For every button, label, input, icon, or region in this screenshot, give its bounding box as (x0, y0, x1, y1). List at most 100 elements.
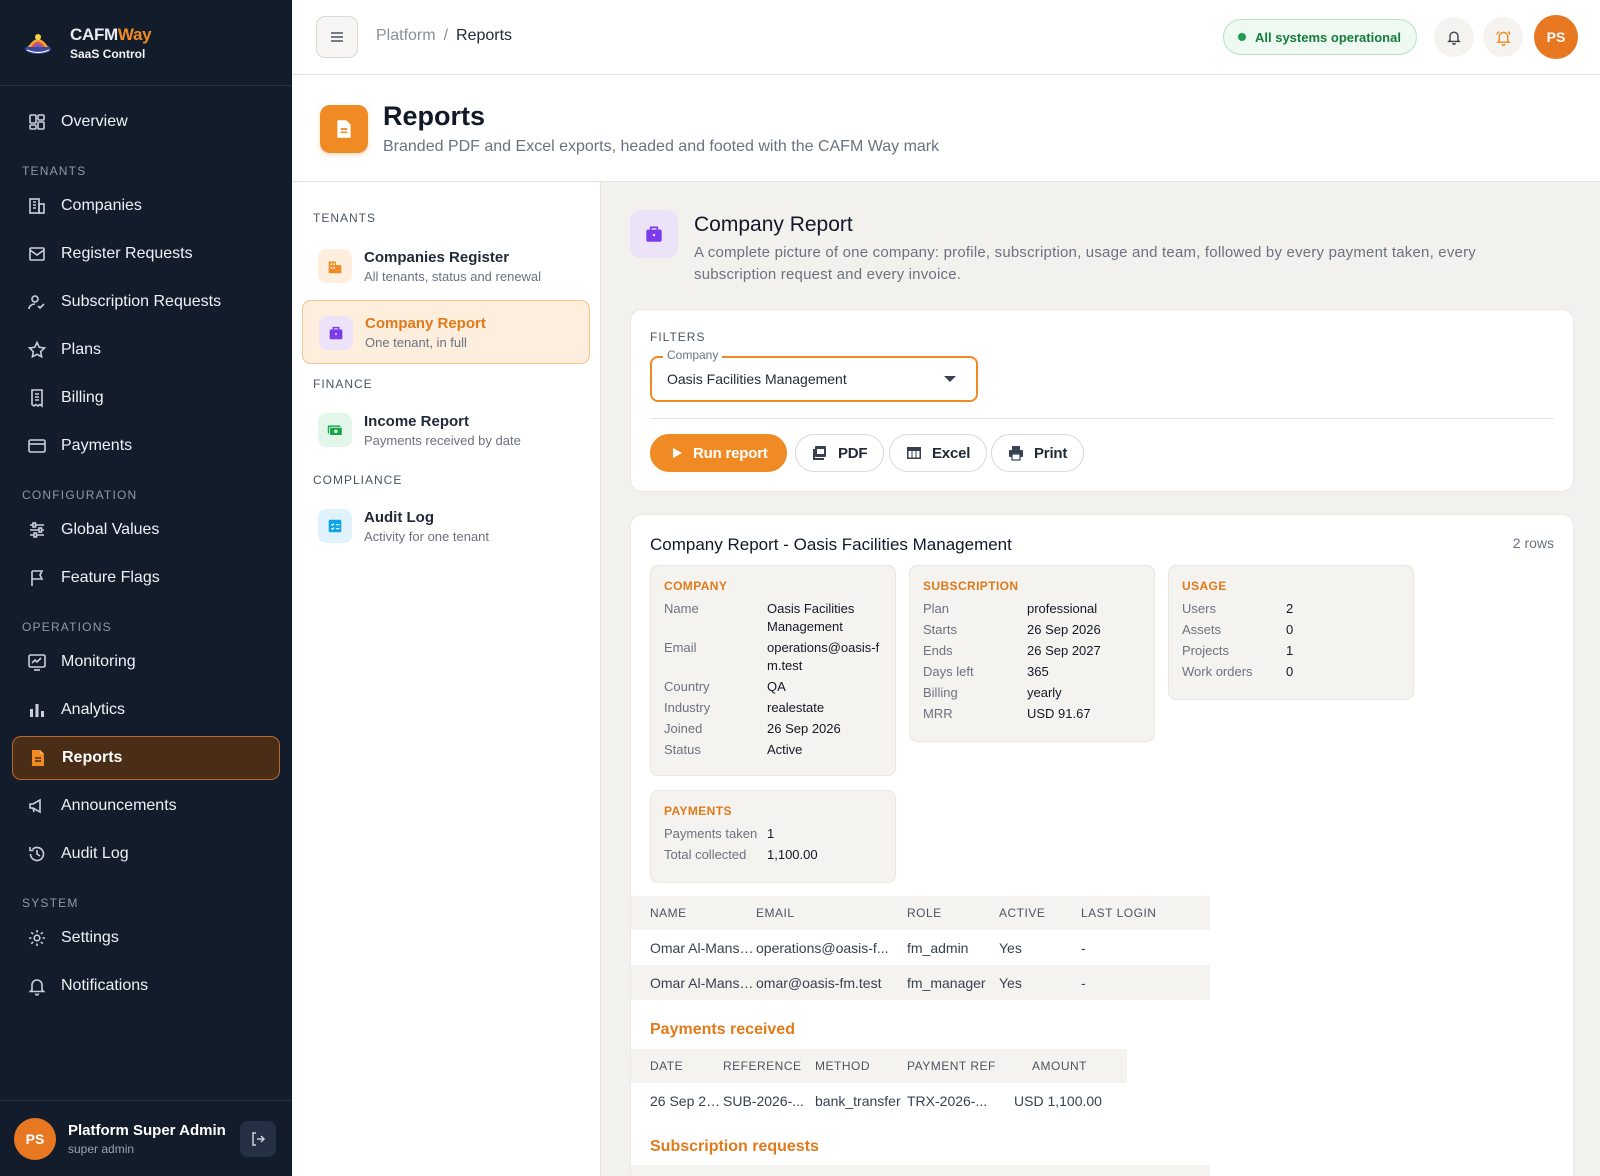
column-header[interactable]: LAST LOGIN (1081, 896, 1210, 930)
column-header[interactable]: PAYMENT REF (907, 1049, 1002, 1083)
sidebar-item-global-values[interactable]: Global Values (12, 508, 280, 552)
company-industry-row: Industry realestate (664, 700, 825, 715)
user-avatar-button[interactable]: PS (1534, 15, 1578, 59)
sidebar-item-audit-log[interactable]: Audit Log (12, 832, 280, 876)
usage-work-orders-row: Work orders 0 (1182, 664, 1294, 679)
company-select[interactable]: Company Oasis Facilities Management (650, 348, 978, 402)
sidebar-item-label: Payments (61, 437, 133, 454)
alerts-button[interactable] (1483, 17, 1523, 57)
report-item-companies-register[interactable]: Companies Register All tenants, status a… (302, 234, 590, 298)
print-button[interactable]: Print (991, 434, 1085, 472)
sidebar-item-register-requests[interactable]: Register Requests (12, 232, 280, 276)
report-list: TENANTS Companies Register All tenants, … (292, 182, 601, 1176)
sidebar-item-monitoring[interactable]: Monitoring (12, 640, 280, 684)
subscription-mrr-row: MRR USD 91.67 (923, 706, 1091, 721)
sidebar-item-label: Register Requests (61, 245, 193, 262)
printer-icon (1009, 446, 1023, 461)
report-item-desc: Payments received by date (364, 432, 521, 448)
column-header[interactable]: ROLE (907, 896, 999, 930)
briefcase-icon (630, 210, 678, 258)
report-item-title: Audit Log (364, 508, 434, 526)
sidebar-item-companies[interactable]: Companies (12, 184, 280, 228)
subscription-plan-row: Plan professional (923, 601, 1098, 616)
payments-taken-row: Payments taken 1 (664, 826, 775, 841)
sidebar-nav: Overview TENANTS Companies Register Requ… (0, 86, 292, 1008)
report-item-title: Income Report (364, 412, 470, 430)
column-header[interactable]: EMAIL (754, 896, 907, 930)
notifications-button[interactable] (1434, 17, 1474, 57)
user-role: super admin (68, 1141, 135, 1156)
divider (650, 418, 1554, 419)
team-table-header: NAME EMAIL ROLE ACTIVE LAST LOGIN (631, 896, 1210, 930)
history-icon (29, 846, 45, 862)
logout-button[interactable] (240, 1121, 276, 1157)
table-icon (907, 447, 921, 459)
table-row[interactable]: 26 Sep 2026 SUB-2026-... bank_transfer T… (631, 1083, 1127, 1118)
report-item-title: Company Report (365, 314, 486, 332)
dashboard-icon (29, 114, 45, 130)
report-description: A complete picture of one company: profi… (694, 244, 1476, 283)
cell-active: Yes (999, 939, 1022, 956)
sidebar-section-tenants: TENANTS (22, 164, 87, 178)
report-section-finance: FINANCE (313, 377, 373, 391)
team-table: NAME EMAIL ROLE ACTIVE LAST LOGIN Omar A… (631, 896, 1210, 1000)
table-row[interactable]: Omar Al-Mansouri operations@oasis-f... f… (631, 930, 1210, 965)
cell-method: bank_transfer (815, 1092, 901, 1109)
flag-icon (31, 570, 44, 586)
sidebar-item-feature-flags[interactable]: Feature Flags (12, 556, 280, 600)
report-item-company-report[interactable]: Company Report One tenant, in full (302, 300, 590, 364)
sidebar-item-announcements[interactable]: Announcements (12, 784, 280, 828)
sidebar-item-overview[interactable]: Overview (12, 100, 280, 144)
column-header[interactable]: ACTIVE (999, 896, 1081, 930)
sidebar-section-operations: OPERATIONS (22, 620, 112, 634)
column-header[interactable]: METHOD (815, 1049, 907, 1083)
company-select-value: Oasis Facilities Management (667, 371, 847, 387)
column-header[interactable]: NAME (631, 896, 754, 930)
cell-role: fm_manager (907, 965, 999, 1000)
sidebar-item-billing[interactable]: Billing (12, 376, 280, 420)
excel-button[interactable]: Excel (889, 434, 988, 472)
report-item-title: Companies Register (364, 248, 510, 266)
avatar[interactable]: PS (14, 1117, 56, 1160)
company-name-row: Name Oasis Facilities Management (664, 601, 855, 634)
sidebar-item-label: Plans (61, 341, 102, 358)
result-title: Company Report - Oasis Facilities Manage… (650, 535, 1012, 554)
brand[interactable]: CAFMWay SaaS Control (0, 0, 292, 86)
subscription-info-box: SUBSCRIPTION Plan professional Starts 26 S… (909, 565, 1155, 742)
run-report-label: Run report (693, 444, 768, 462)
sidebar-item-payments[interactable]: Payments (12, 424, 280, 468)
sidebar-item-label: Audit Log (61, 845, 129, 862)
table-row[interactable]: Omar Al-Mansouri omar@oasis-fm.test fm_m… (631, 965, 1210, 1000)
breadcrumb-platform[interactable]: Platform (376, 27, 436, 44)
subscription-requests-table-header (631, 1165, 1210, 1176)
cell-last-login: - (1081, 939, 1086, 956)
sidebar-item-label: Billing (61, 389, 104, 406)
excel-label: Excel (932, 444, 971, 462)
column-header[interactable]: DATE (631, 1049, 723, 1083)
report-item-desc: All tenants, status and renewal (364, 268, 542, 284)
sidebar-item-plans[interactable]: Plans (12, 328, 280, 372)
sidebar-item-notifications[interactable]: Notifications (12, 964, 280, 1008)
report-item-audit-log[interactable]: Audit Log Activity for one tenant (302, 494, 590, 558)
run-report-button[interactable]: Run report (650, 434, 787, 472)
sidebar-item-label: Monitoring (61, 653, 136, 670)
subscription-ends-row: Ends 26 Sep 2027 (923, 643, 1101, 658)
page-title: Reports (383, 101, 486, 131)
column-header[interactable]: REFERENCE (723, 1049, 815, 1083)
cell-name: Omar Al-Mansouri (650, 939, 754, 956)
usage-info-box: USAGE Users 2 Assets 0 Projects 1 Work orde… (1168, 565, 1414, 700)
menu-toggle-button[interactable] (316, 16, 358, 58)
sidebar-item-analytics[interactable]: Analytics (12, 688, 280, 732)
sidebar-item-settings[interactable]: Settings (12, 916, 280, 960)
usage-assets-row: Assets 0 (1182, 622, 1294, 637)
system-status-badge[interactable]: All systems operational (1223, 19, 1417, 55)
sidebar-item-reports[interactable]: Reports (12, 736, 280, 780)
breadcrumb-current: Reports (456, 27, 513, 44)
report-section-compliance: COMPLIANCE (313, 473, 403, 487)
report-item-income-report[interactable]: Income Report Payments received by date (302, 398, 590, 462)
system-status-text: All systems operational (1255, 29, 1401, 45)
building-icon (318, 249, 352, 283)
pdf-button[interactable]: PDF (795, 434, 885, 472)
column-header[interactable]: AMOUNT (1002, 1049, 1127, 1083)
sidebar-item-subscription-requests[interactable]: Subscription Requests (12, 280, 280, 324)
